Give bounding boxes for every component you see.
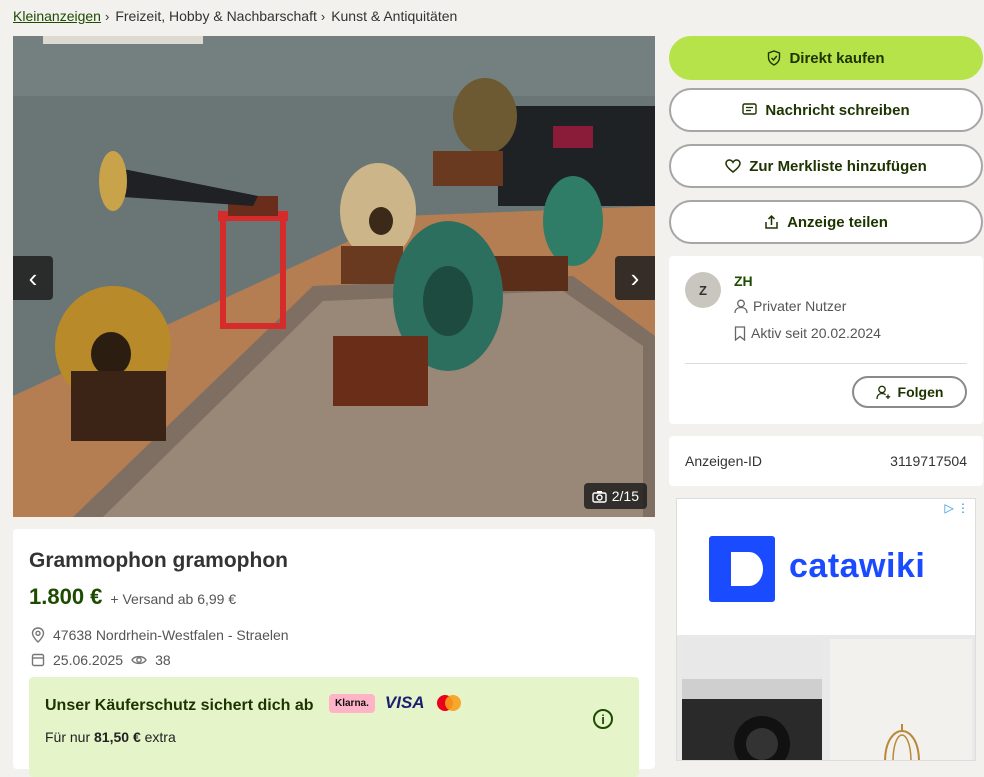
ad-id-box: Anzeigen-ID 3119717504 [669,436,983,486]
seller-type-row: Privater Nutzer [734,298,846,314]
birdcage-product-image [830,639,972,760]
ad-id-label: Anzeigen-ID [685,453,763,469]
breadcrumb: Kleinanzeigen › Freizeit, Hobby & Nachba… [13,8,457,24]
share-listing-button[interactable]: Anzeige teilen [669,200,983,244]
listing-price: 1.800 € [29,584,103,609]
breadcrumb-item-freizeit[interactable]: Freizeit, Hobby & Nachbarschaft › [115,8,325,24]
ad-image-birdcage[interactable] [830,639,972,760]
price-row: 1.800 € + Versand ab 6,99 € [29,584,236,610]
heart-icon [725,159,741,173]
visa-logo: VISA [384,693,425,712]
info-icon[interactable]: i [593,709,613,729]
user-icon [734,299,748,313]
shipping-info: + Versand ab 6,99 € [110,591,237,607]
avatar[interactable]: Z [685,272,721,308]
chevron-right-icon: › [630,262,640,293]
ad-brand-area[interactable]: ▷ ⋮ catawiki [677,499,975,635]
location-row: 47638 Nordrhein-Westfalen - Straelen [31,627,289,643]
date-views-row: 25.06.2025 38 [31,652,171,668]
camera-icon [592,490,607,503]
breadcrumb-item-kleinanzeigen[interactable]: Kleinanzeigen › [13,8,109,24]
calendar-icon [31,653,45,667]
listing-location: 47638 Nordrhein-Westfalen - Straelen [53,627,289,643]
location-pin-icon [31,627,45,643]
listing-views: 38 [155,652,171,668]
klarna-logo: Klarna. [329,693,375,713]
mastercard-icon [436,695,461,711]
user-plus-icon [875,385,890,399]
ad-product-images [677,635,975,760]
buyer-protection-title: Unser Käuferschutz sichert dich ab [45,697,314,714]
seller-active-row: Aktiv seit 20.02.2024 [734,325,881,341]
divider [685,363,967,364]
eye-icon [131,655,147,665]
image-counter[interactable]: 2/15 [583,483,647,509]
payment-logos: Klarna. VISA [329,693,463,713]
chevron-right-icon: › [320,8,326,24]
chevron-left-icon: ‹ [28,262,38,293]
follow-button[interactable]: Folgen [852,376,967,408]
share-icon [765,214,778,229]
ad-id-value: 3119717504 [890,453,967,469]
image-gallery[interactable]: ‹ › 2/15 [13,36,655,517]
buy-now-button[interactable]: Direkt kaufen [669,36,983,80]
add-to-watchlist-button[interactable]: Zur Merkliste hinzufügen [669,144,983,188]
message-icon [742,103,758,115]
seller-name[interactable]: ZH [734,273,753,289]
next-image-button[interactable]: › [615,256,655,300]
breadcrumb-item-kunst[interactable]: Kunst & Antiquitäten [331,8,457,24]
listing-title: Grammophon gramophon [29,549,288,572]
listing-info-card: Grammophon gramophon 1.800 € + Versand a… [13,529,655,777]
buyer-protection-price: Für nur 81,50 € extra [45,729,176,745]
chevron-right-icon: › [104,8,110,24]
ad-brand-name: catawiki [789,547,926,585]
buyer-protection-box: Unser Käuferschutz sichert dich ab Klarn… [29,677,639,777]
listing-photo [13,36,655,517]
ad-image-camera[interactable] [682,639,822,760]
listing-date: 25.06.2025 [53,652,124,668]
previous-image-button[interactable]: ‹ [13,256,53,300]
advertisement-banner[interactable]: ▷ ⋮ catawiki [676,498,976,761]
seller-card: Z ZH Privater Nutzer Aktiv seit 20.02.20… [669,256,983,424]
shield-check-icon [768,50,781,66]
write-message-button[interactable]: Nachricht schreiben [669,88,983,132]
bookmark-icon [734,325,746,341]
catawiki-logo-mark [709,536,775,602]
ad-choices-icon[interactable]: ▷ ⋮ [944,501,969,515]
catawiki-logo-icon [731,552,763,586]
camera-product-image [682,639,822,760]
